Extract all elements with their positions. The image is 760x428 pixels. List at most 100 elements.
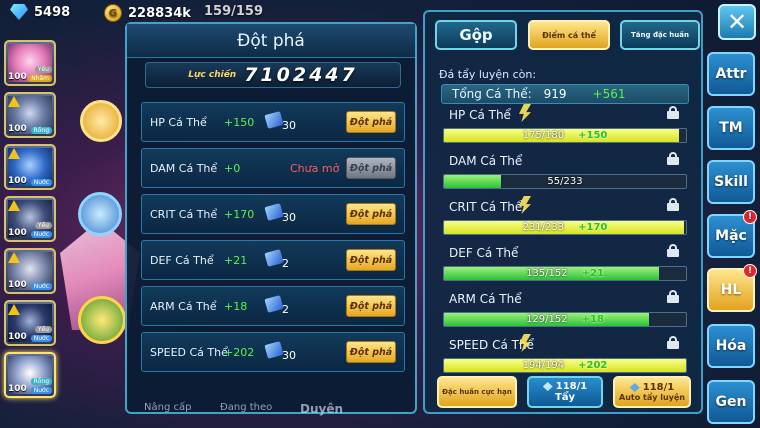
tab-affinity[interactable]: Duyên bbox=[300, 402, 343, 416]
crystal-item-icon bbox=[264, 203, 284, 221]
side-menu-label: Gen bbox=[715, 394, 747, 410]
row-bonus: +18 bbox=[224, 300, 248, 313]
breakthrough-row-hp: HP Cá Thể +150 30 Đột phá bbox=[141, 102, 405, 142]
party-slot-2[interactable]: Rồng 100 bbox=[4, 92, 56, 138]
crystal-item-icon bbox=[264, 111, 284, 129]
lock-icon[interactable] bbox=[667, 198, 679, 211]
slot-tag-top: Yếu bbox=[34, 66, 52, 73]
extreme-training-button[interactable]: Đặc huấn cực hạn bbox=[437, 376, 517, 408]
stat-bonus: +18 bbox=[581, 314, 604, 325]
tab-merge[interactable]: Gộp bbox=[435, 20, 517, 50]
total-label: Tổng Cá Thể: bbox=[452, 87, 532, 101]
gem-value: 5498 bbox=[34, 4, 71, 20]
party-slot-4[interactable]: Yếu Nước 100 bbox=[4, 196, 56, 242]
slot-level: 100 bbox=[8, 124, 27, 134]
stat-row: SPEED Cá Thể 194/194 +202 bbox=[439, 334, 689, 378]
auto-wash-count: 118/1 bbox=[642, 382, 675, 393]
side-menu-label: Hóa bbox=[715, 338, 747, 354]
tab-special-training[interactable]: Tăng đặc huấn bbox=[620, 20, 700, 50]
gem-icon bbox=[10, 4, 28, 20]
side-menu-mặc[interactable]: Mặc! bbox=[707, 210, 757, 258]
tab-upgrade[interactable]: Nâng cấp bbox=[144, 402, 191, 413]
stat-row: DEF Cá Thể 135/152 +21 bbox=[439, 242, 689, 286]
party-slot-7[interactable]: Rồng Nước 100 bbox=[4, 352, 56, 398]
breakthrough-button[interactable]: Đột phá bbox=[346, 295, 396, 317]
total-value: 919 bbox=[543, 87, 567, 101]
side-menu-attr[interactable]: Attr bbox=[707, 52, 755, 96]
row-name: HP Cá Thể bbox=[150, 116, 207, 129]
stat-value: 175/180 bbox=[522, 130, 565, 141]
slot-tag-bottom: Nước bbox=[30, 335, 52, 342]
stamina-counter: 159/159 bbox=[204, 4, 263, 19]
breakthrough-row-crit: CRIT Cá Thể +170 30 Đột phá bbox=[141, 194, 405, 234]
party-column: Yếu Nhâm 100 Rồng 100 Nước 100 Yếu Nước … bbox=[0, 40, 58, 428]
breakthrough-button[interactable]: Đột phá bbox=[346, 157, 396, 179]
breakthrough-row-arm: ARM Cá Thể +18 2 Đột phá bbox=[141, 286, 405, 326]
breakthrough-button[interactable]: Đột phá bbox=[346, 249, 396, 271]
breakthrough-row-dam: DAM Cá Thể +0 Chưa mở Đột phá bbox=[141, 148, 405, 188]
row-bonus: +150 bbox=[224, 116, 255, 129]
slot-level: 100 bbox=[8, 280, 27, 290]
slot-level: 100 bbox=[8, 176, 27, 186]
tab-following[interactable]: Đang theo bbox=[220, 402, 272, 413]
gem-counter: 5498 bbox=[10, 4, 70, 20]
wash-count: 118/1 bbox=[555, 381, 588, 392]
side-menu-gen[interactable]: Gen bbox=[707, 380, 755, 424]
combat-power: Lực chiến 7102447 bbox=[145, 62, 401, 88]
side-menu-label: HL bbox=[720, 282, 742, 298]
total-individual-bar: Tổng Cá Thể: 919 +561 bbox=[441, 84, 689, 104]
wash-button[interactable]: 118/1 Tẩy bbox=[527, 376, 603, 408]
lightning-icon bbox=[519, 104, 531, 122]
slot-tag-top: Yếu bbox=[34, 326, 52, 333]
side-menu-tm[interactable]: TM bbox=[707, 106, 755, 150]
alert-badge: ! bbox=[743, 210, 757, 224]
stat-row: DAM Cá Thể 55/233 bbox=[439, 150, 689, 194]
star-icon[interactable] bbox=[80, 100, 122, 142]
breakthrough-button[interactable]: Đột phá bbox=[346, 341, 396, 363]
auto-wash-button[interactable]: 118/1 Auto tẩy luyện bbox=[613, 376, 691, 408]
side-menu-skill[interactable]: Skill bbox=[707, 160, 755, 204]
bag-icon[interactable] bbox=[78, 192, 122, 236]
party-slot-3[interactable]: Nước 100 bbox=[4, 144, 56, 190]
stat-bonus: +170 bbox=[578, 222, 608, 233]
side-menu-label: Skill bbox=[714, 174, 748, 190]
stat-name: HP Cá Thể bbox=[449, 108, 511, 122]
row-cost: 2 bbox=[282, 257, 289, 270]
stat-value: 129/152 bbox=[526, 314, 568, 325]
row-name: DAM Cá Thể bbox=[150, 162, 218, 175]
party-slot-1[interactable]: Yếu Nhâm 100 bbox=[4, 40, 56, 86]
background-bottom-tabs: Nâng cấp Đang theo Duyên bbox=[140, 398, 360, 424]
crystal-item-icon bbox=[264, 341, 284, 359]
slot-tag-bottom: Nhâm bbox=[28, 75, 52, 82]
slot-level: 100 bbox=[8, 332, 27, 342]
stat-row: ARM Cá Thể 129/152 +18 bbox=[439, 288, 689, 332]
breakthrough-button[interactable]: Đột phá bbox=[346, 111, 396, 133]
stat-name: CRIT Cá Thể bbox=[449, 200, 523, 214]
slot-level: 100 bbox=[8, 228, 27, 238]
slot-tag-bottom: Nước bbox=[30, 387, 52, 394]
lock-icon[interactable] bbox=[667, 290, 679, 303]
party-slot-6[interactable]: Yếu Nước 100 bbox=[4, 300, 56, 346]
slot-tag-bottom: Nước bbox=[30, 179, 52, 186]
side-menu-hóa[interactable]: Hóa bbox=[707, 324, 755, 368]
side-menu-label: TM bbox=[719, 120, 743, 136]
breakthrough-button[interactable]: Đột phá bbox=[346, 203, 396, 225]
stat-bonus: +202 bbox=[578, 360, 608, 371]
lock-icon[interactable] bbox=[667, 106, 679, 119]
alert-badge: ! bbox=[743, 264, 757, 278]
close-button[interactable]: ✕ bbox=[718, 4, 756, 40]
breakthrough-row-def: DEF Cá Thể +21 2 Đột phá bbox=[141, 240, 405, 280]
lock-icon[interactable] bbox=[667, 336, 679, 349]
row-locked-text: Chưa mở bbox=[290, 162, 340, 175]
team-wheel-icon[interactable] bbox=[78, 296, 126, 344]
party-slot-5[interactable]: Nước 100 bbox=[4, 248, 56, 294]
slot-level: 100 bbox=[8, 384, 27, 394]
lock-icon[interactable] bbox=[667, 152, 679, 165]
breakthrough-panel: Đột phá Lực chiến 7102447 HP Cá Thể +150… bbox=[125, 22, 417, 414]
power-value: 7102447 bbox=[244, 64, 358, 86]
side-menu-hl[interactable]: HL! bbox=[707, 264, 757, 312]
side-menu-label: Mặc bbox=[715, 228, 747, 244]
lock-icon[interactable] bbox=[667, 244, 679, 257]
row-bonus: +170 bbox=[224, 208, 255, 221]
tab-individual-points[interactable]: Điểm cá thể bbox=[528, 20, 610, 50]
